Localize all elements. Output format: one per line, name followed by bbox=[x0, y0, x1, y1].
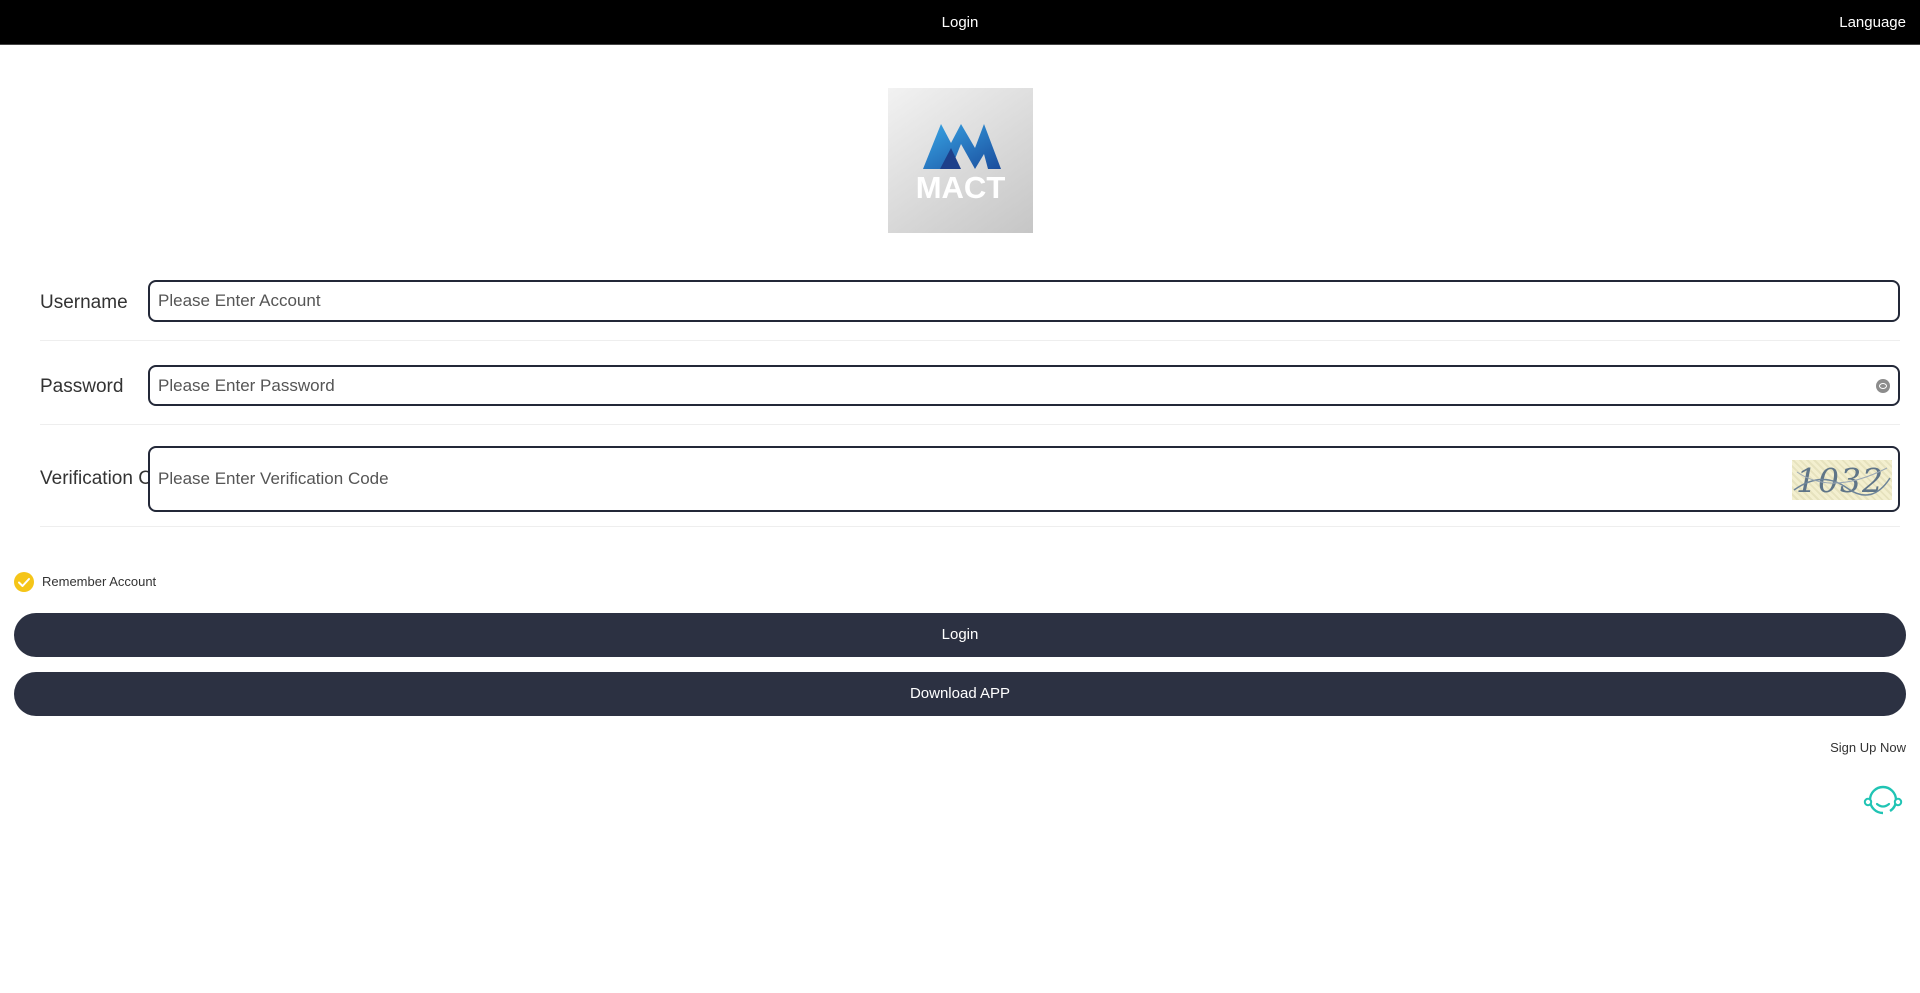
captcha-image[interactable]: 1032 bbox=[1792, 460, 1892, 500]
language-button[interactable]: Language bbox=[1839, 14, 1906, 31]
signup-link[interactable]: Sign Up Now bbox=[1830, 740, 1906, 755]
download-app-button[interactable]: Download APP bbox=[14, 672, 1906, 716]
check-icon[interactable] bbox=[14, 572, 34, 592]
logo: MACT bbox=[888, 88, 1033, 233]
username-input[interactable] bbox=[158, 282, 1658, 320]
username-field[interactable] bbox=[148, 280, 1900, 322]
verification-input[interactable] bbox=[158, 448, 1658, 510]
logo-mountain-icon bbox=[923, 124, 1001, 169]
verification-field[interactable]: 1032 bbox=[148, 446, 1900, 512]
page-title: Login bbox=[941, 14, 979, 31]
password-label: Password bbox=[40, 376, 124, 397]
login-button[interactable]: Login bbox=[14, 613, 1906, 657]
verification-label: Verification Code bbox=[40, 468, 148, 489]
top-bar: Login Language bbox=[0, 0, 1920, 45]
verification-row: Verification Code 1032 bbox=[40, 446, 1900, 527]
headset-icon[interactable] bbox=[1862, 780, 1904, 822]
password-field[interactable] bbox=[148, 365, 1900, 406]
username-row: Username bbox=[40, 280, 1900, 341]
username-label: Username bbox=[40, 292, 128, 313]
password-input[interactable] bbox=[158, 367, 1658, 404]
logo-text: MACT bbox=[915, 170, 1006, 205]
captcha-noise-icon bbox=[1793, 467, 1891, 496]
remember-label: Remember Account bbox=[42, 574, 157, 589]
password-row: Password bbox=[40, 365, 1900, 425]
eye-icon[interactable] bbox=[1876, 379, 1890, 393]
